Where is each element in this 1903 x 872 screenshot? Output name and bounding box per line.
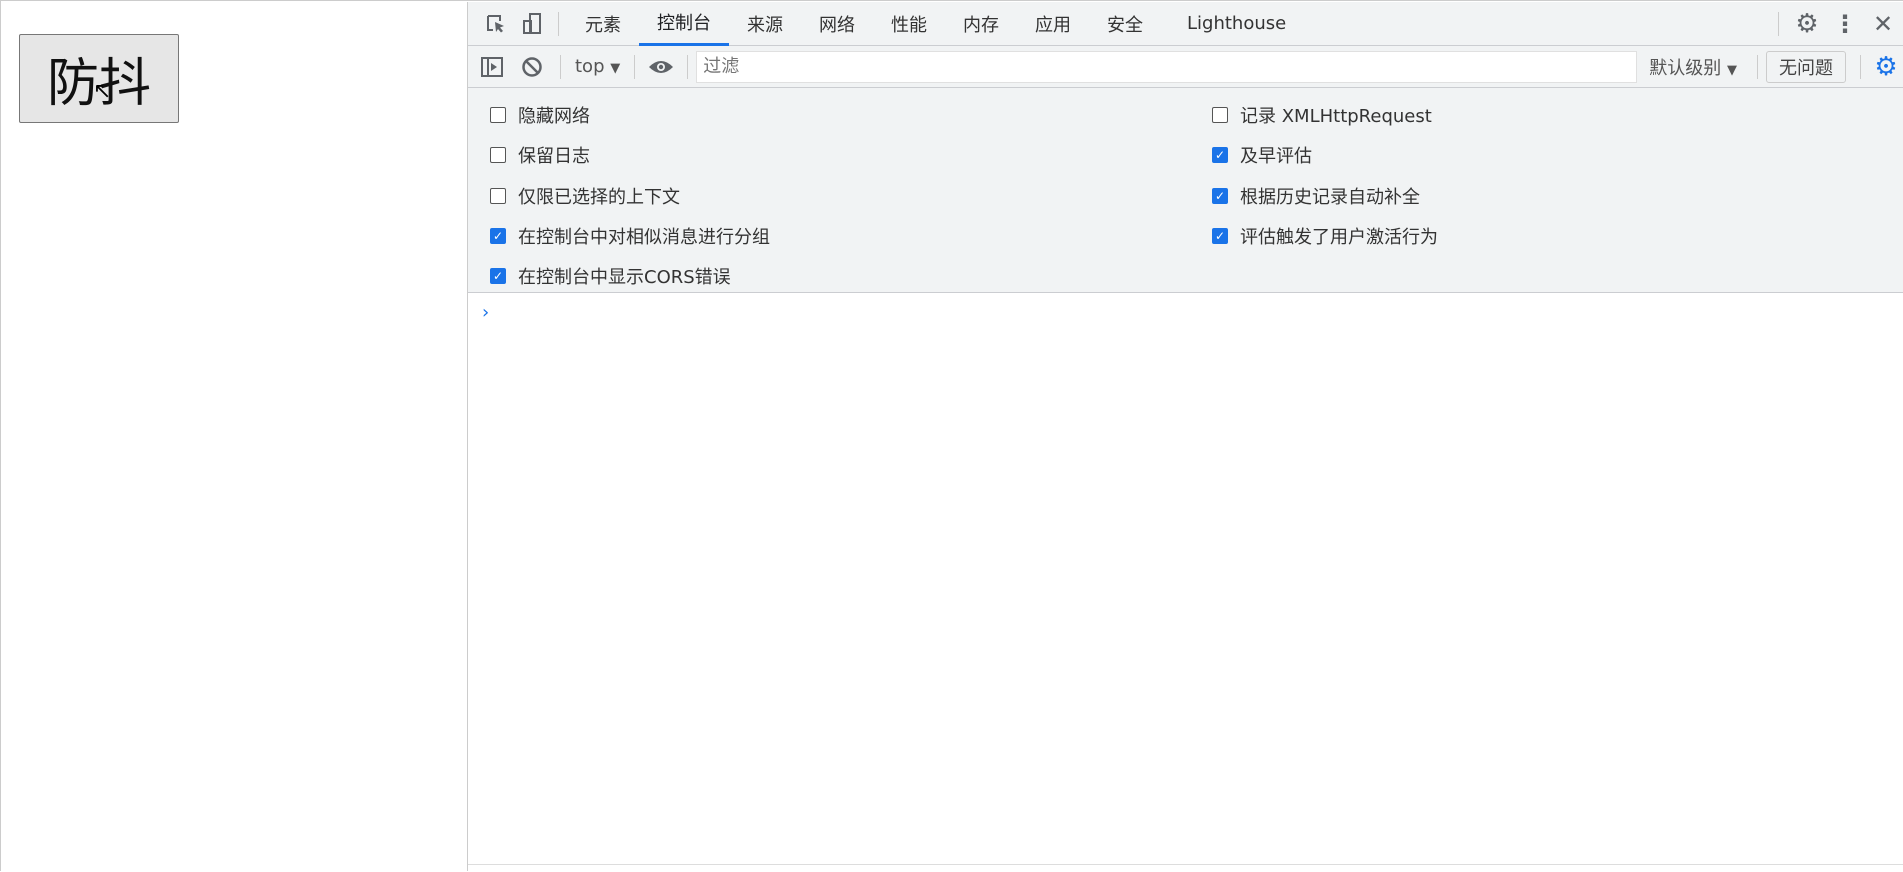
dropdown-arrow-icon: ▼ [610,61,621,76]
checkbox[interactable]: ✓ [1212,147,1228,163]
divider [1757,54,1758,79]
console-prompt[interactable]: › [482,302,489,323]
page-viewport: 防抖 ↖ [1,1,467,872]
devtools-panel: 元素 控制台 来源 网络 性能 内存 应用 安全 Lighthouse ⚙ ⋮ … [467,2,1903,871]
setting-option[interactable]: 隐藏网络 [490,102,590,128]
setting-option[interactable]: ✓ 及早评估 [1212,142,1312,168]
tab-application[interactable]: 应用 [1017,2,1089,46]
checkbox[interactable]: ✓ [1212,188,1228,204]
dropdown-arrow-icon: ▼ [1727,62,1737,78]
setting-option[interactable]: ✓ 根据历史记录自动补全 [1212,183,1420,209]
setting-label: 根据历史记录自动补全 [1240,187,1420,208]
log-level-label: 默认级别 [1649,57,1722,79]
setting-option[interactable]: ✓ 在控制台中对相似消息进行分组 [490,223,770,249]
context-label: top [575,56,605,77]
checkbox[interactable] [490,107,506,123]
setting-label: 保留日志 [518,146,590,167]
tab-elements[interactable]: 元素 [567,2,639,46]
filter-input[interactable] [696,50,1638,83]
device-toolbar-icon[interactable] [514,12,550,36]
close-icon[interactable]: ✕ [1863,10,1903,38]
divider [1778,11,1779,36]
more-options-icon[interactable]: ⋮ [1827,10,1863,38]
checkbox[interactable] [490,147,506,163]
inspect-element-icon[interactable] [478,13,514,35]
live-expression-eye-icon[interactable] [643,59,679,75]
setting-label: 在控制台中显示CORS错误 [518,267,731,288]
checkbox[interactable]: ✓ [1212,228,1228,244]
context-selector[interactable]: top ▼ [569,56,626,77]
tab-security[interactable]: 安全 [1089,2,1161,46]
tab-lighthouse[interactable]: Lighthouse [1169,2,1304,46]
setting-label: 评估触发了用户激活行为 [1240,227,1438,248]
issues-button[interactable]: 无问题 [1766,50,1846,83]
clear-console-icon[interactable] [512,56,552,78]
setting-option[interactable]: 保留日志 [490,142,590,168]
console-settings-gear-icon[interactable]: ⚙ [1869,52,1903,82]
setting-option[interactable]: ✓ 在控制台中显示CORS错误 [490,263,731,289]
setting-label: 在控制台中对相似消息进行分组 [518,227,770,248]
tab-memory[interactable]: 内存 [945,2,1017,46]
settings-gear-icon[interactable]: ⚙ [1787,9,1827,39]
divider [560,54,561,79]
setting-option[interactable]: ✓ 评估触发了用户激活行为 [1212,223,1438,249]
setting-option[interactable]: 仅限已选择的上下文 [490,183,680,209]
mouse-cursor-icon: ↖ [93,79,112,104]
setting-label: 仅限已选择的上下文 [518,187,680,208]
log-level-dropdown[interactable]: 默认级别 ▼ [1637,54,1749,80]
tab-console[interactable]: 控制台 [639,2,729,46]
setting-label: 及早评估 [1240,146,1312,167]
setting-option[interactable]: 记录 XMLHttpRequest [1212,102,1432,128]
setting-label: 记录 XMLHttpRequest [1240,106,1432,127]
divider [468,864,1903,865]
checkbox[interactable]: ✓ [490,268,506,284]
console-toolbar: top ▼ 默认级别 ▼ 无问题 ⚙ [468,46,1903,88]
divider [1860,54,1861,79]
sidebar-toggle-icon[interactable] [472,56,512,77]
divider [634,54,636,79]
checkbox[interactable]: ✓ [490,228,506,244]
console-settings-pane: 隐藏网络保留日志仅限已选择的上下文 ✓ 在控制台中对相似消息进行分组 ✓ 在控制台中显示… [468,88,1903,293]
setting-label: 隐藏网络 [518,106,590,127]
divider [687,54,689,79]
checkbox[interactable] [1212,107,1228,123]
divider [558,11,559,36]
tab-performance[interactable]: 性能 [873,2,945,46]
tab-sources[interactable]: 来源 [729,2,801,46]
tab-network[interactable]: 网络 [801,2,873,46]
checkbox[interactable] [490,188,506,204]
devtools-tabbar: 元素 控制台 来源 网络 性能 内存 应用 安全 Lighthouse ⚙ ⋮ … [468,2,1903,46]
